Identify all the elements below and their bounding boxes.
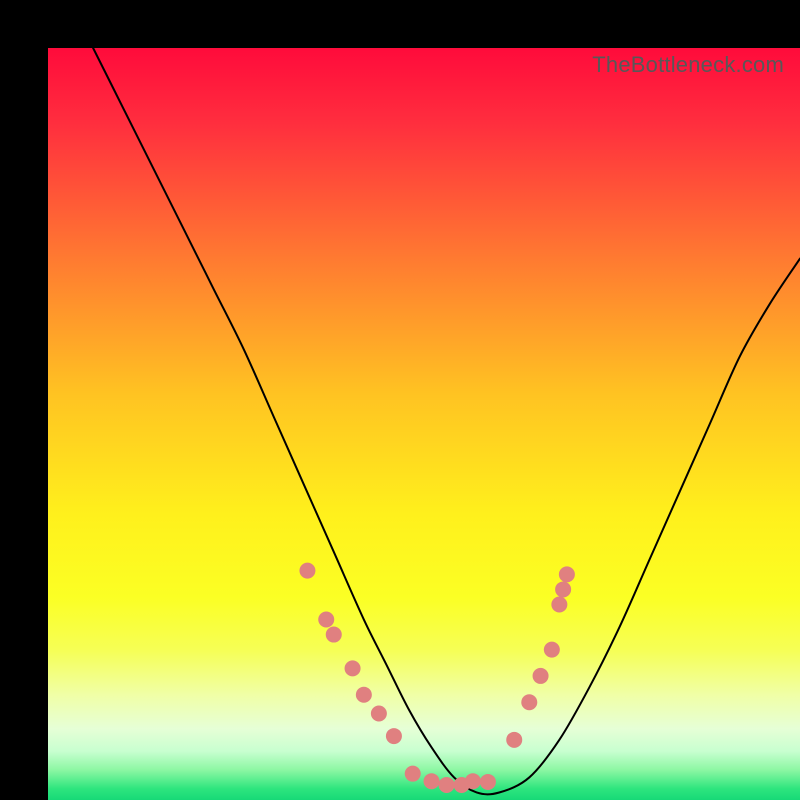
highlight-point [533,668,549,684]
highlight-point [424,773,440,789]
bottleneck-curve-path [93,48,800,794]
highlight-point [356,687,372,703]
highlight-point [318,612,334,628]
highlight-point [345,660,361,676]
highlight-point [299,563,315,579]
highlight-point [386,728,402,744]
highlight-point [405,766,421,782]
highlight-point [506,732,522,748]
highlight-point [326,627,342,643]
highlight-point [521,694,537,710]
highlight-point [439,777,455,793]
chart-frame: TheBottleneck.com [0,0,800,800]
highlight-point [555,581,571,597]
highlight-point [371,706,387,722]
highlight-point [544,642,560,658]
watermark-label: TheBottleneck.com [592,52,784,78]
highlight-point [465,773,481,789]
bottleneck-curve [93,48,800,794]
chart-svg [48,48,800,800]
highlight-point [551,596,567,612]
highlight-point [480,774,496,790]
highlight-points [299,563,574,793]
plot-area: TheBottleneck.com [48,48,800,800]
highlight-point [559,566,575,582]
